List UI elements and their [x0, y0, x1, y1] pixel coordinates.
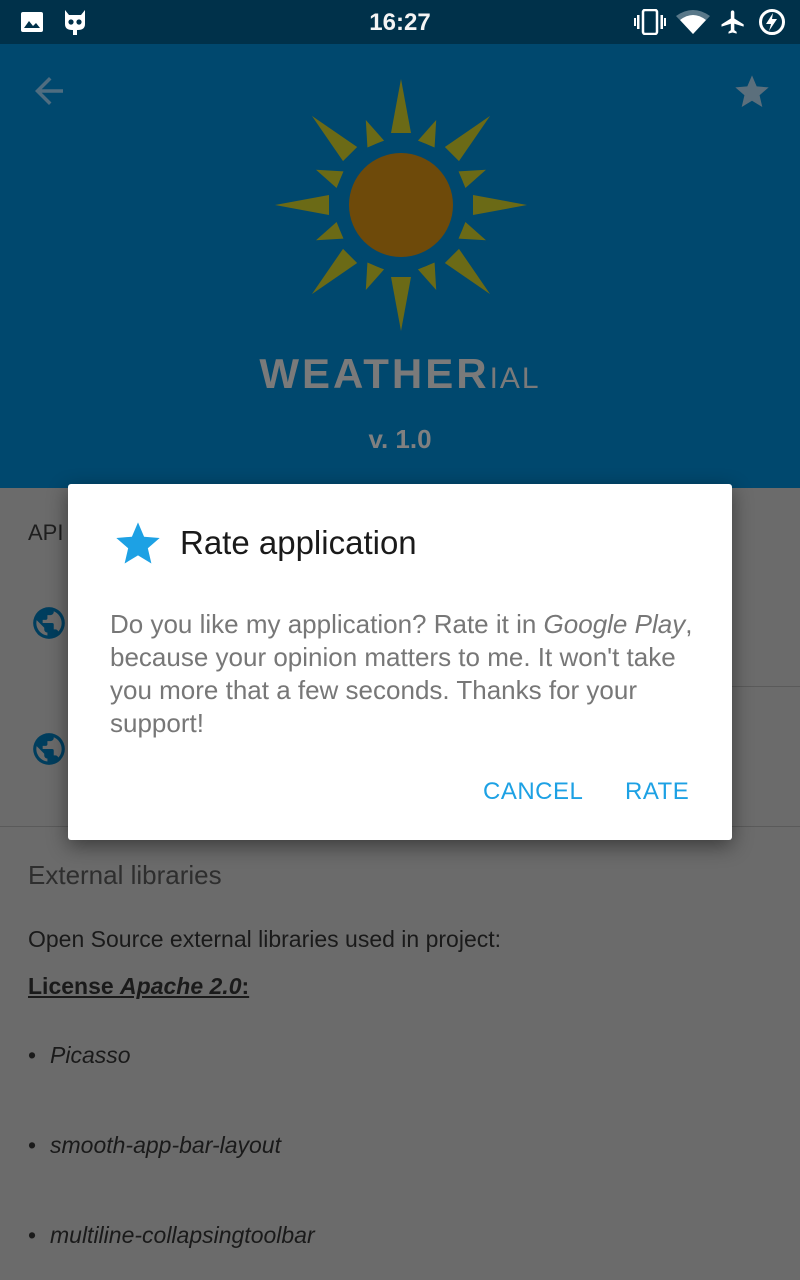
- dialog-message-emphasis: Google Play: [543, 609, 686, 639]
- star-icon[interactable]: [732, 72, 772, 112]
- api-section-label: API: [28, 520, 64, 545]
- rate-button[interactable]: RATE: [625, 778, 689, 806]
- license-prefix: License: [28, 973, 121, 999]
- brand-suffix: IAL: [489, 362, 541, 395]
- library-item: • Picasso: [28, 1042, 131, 1068]
- license-suffix: :: [241, 973, 250, 999]
- library-name: Picasso: [50, 1042, 131, 1068]
- vibrate-icon: [634, 9, 666, 35]
- dialog-title: Rate application: [180, 524, 417, 561]
- external-libraries-title: External libraries: [28, 860, 222, 890]
- status-bar: 16:27: [0, 0, 800, 44]
- dialog-message-part1: Do you like my application? Rate it in: [110, 609, 544, 639]
- globe-icon[interactable]: [30, 730, 68, 768]
- star-icon: [116, 522, 160, 564]
- brand-main: WEATHER: [259, 350, 490, 397]
- library-name: smooth-app-bar-layout: [50, 1132, 281, 1158]
- wifi-icon: [676, 10, 710, 34]
- back-arrow-icon[interactable]: [28, 70, 70, 112]
- external-libraries-description: Open Source external libraries used in p…: [28, 926, 502, 952]
- globe-icon[interactable]: [30, 604, 68, 642]
- library-item: • smooth-app-bar-layout: [28, 1132, 281, 1158]
- cancel-button[interactable]: CANCEL: [483, 778, 583, 806]
- dialog-message: Do you like my application? Rate it in G…: [110, 608, 700, 740]
- app-version: v. 1.0: [368, 424, 432, 454]
- app-brand-name: WEATHERIAL: [0, 350, 800, 398]
- airplane-mode-icon: [721, 10, 744, 34]
- sun-logo-icon: [275, 79, 527, 331]
- rate-dialog: Rate application Do you like my applicat…: [68, 484, 732, 840]
- library-name: multiline-collapsingtoolbar: [50, 1222, 315, 1248]
- library-item: • multiline-collapsingtoolbar: [28, 1222, 315, 1248]
- license-heading: License Apache 2.0:: [28, 973, 249, 1000]
- battery-charging-icon: [759, 9, 785, 35]
- license-name: Apache 2.0: [120, 973, 242, 999]
